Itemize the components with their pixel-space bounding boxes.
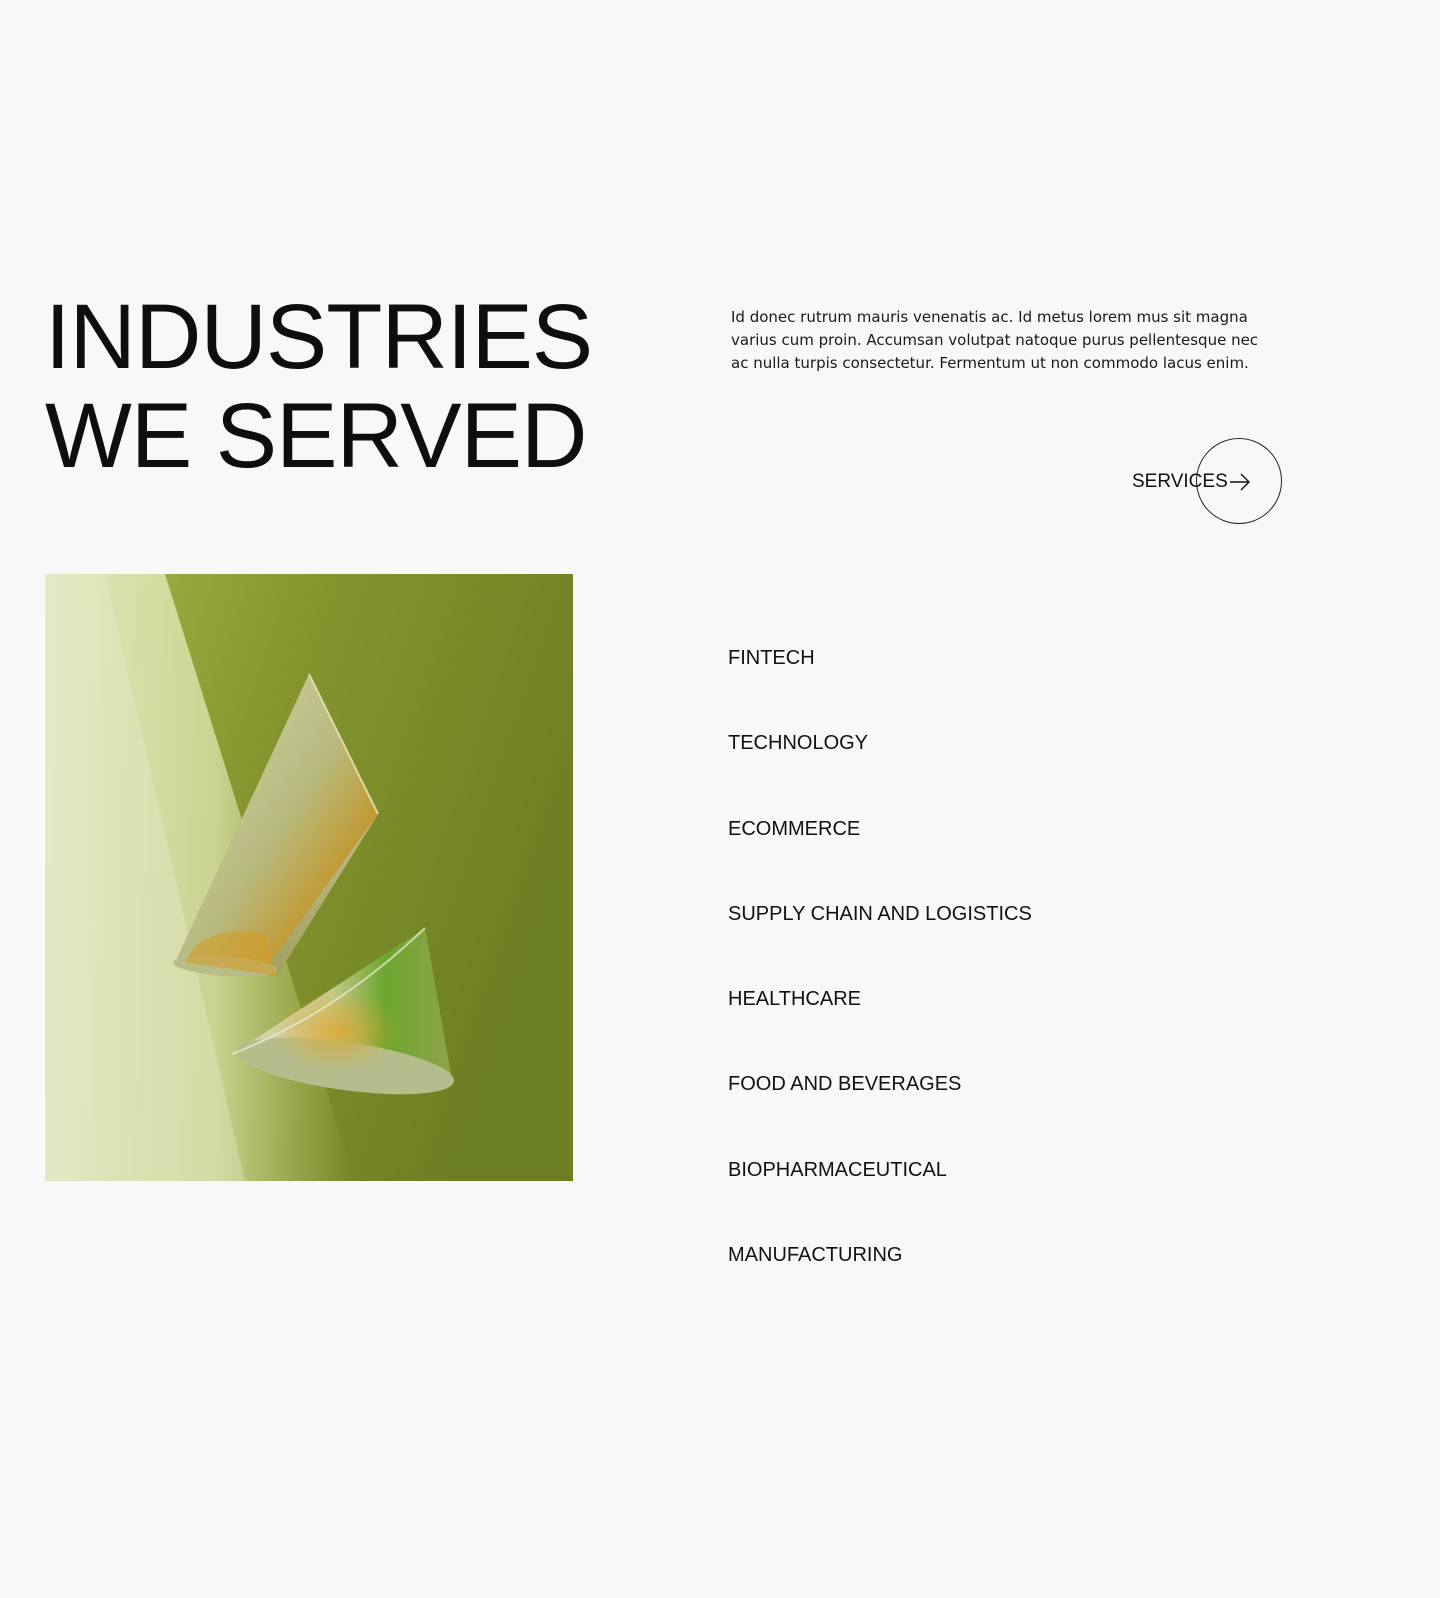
section-title: INDUSTRIES WE SERVED [45,286,593,487]
industry-item-food-beverages[interactable]: FOOD AND BEVERAGES [728,1052,1032,1137]
industry-item-supply-chain[interactable]: SUPPLY CHAIN AND LOGISTICS [728,882,1032,967]
section-title-line-1: INDUSTRIES [45,286,593,388]
intro-text: Id donec rutrum mauris venenatis ac. Id … [731,308,1259,372]
services-button-label: SERVICES [1132,471,1228,492]
industry-item-biopharmaceutical[interactable]: BIOPHARMACEUTICAL [728,1138,1032,1223]
hero-image [45,574,573,1181]
arrow-right-icon [1230,473,1250,491]
industry-item-manufacturing[interactable]: MANUFACTURING [728,1223,1032,1308]
industry-item-healthcare[interactable]: HEALTHCARE [728,967,1032,1052]
industry-item-technology[interactable]: TECHNOLOGY [728,711,1032,796]
industries-list: FINTECH TECHNOLOGY ECOMMERCE SUPPLY CHAI… [728,626,1032,1308]
industry-item-ecommerce[interactable]: ECOMMERCE [728,797,1032,882]
industry-item-fintech[interactable]: FINTECH [728,626,1032,711]
services-button[interactable]: SERVICES [1130,438,1290,526]
abstract-cones-illustration [45,574,573,1181]
section-title-line-2: WE SERVED [45,385,587,487]
